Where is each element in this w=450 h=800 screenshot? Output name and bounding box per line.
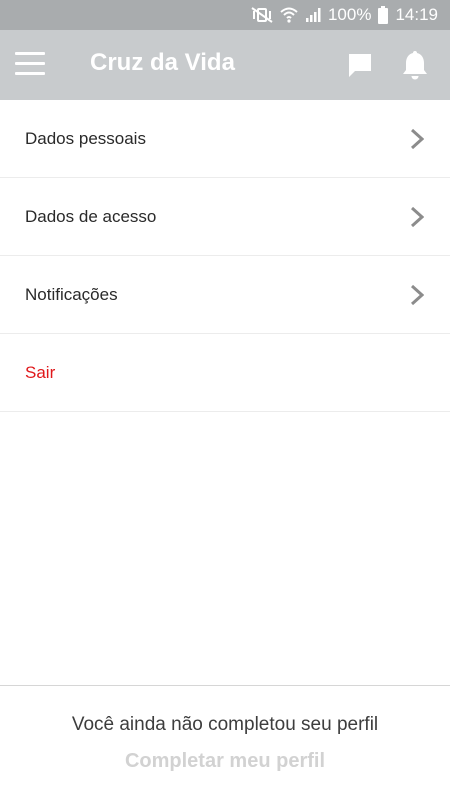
chevron-right-icon — [410, 128, 424, 149]
menu-icon[interactable] — [15, 52, 45, 78]
bell-icon[interactable] — [401, 49, 429, 81]
app-bar: Cruz da Vida — [0, 30, 450, 100]
clock: 14:19 — [395, 5, 438, 24]
chat-icon[interactable] — [347, 52, 373, 78]
logout-label: Sair — [25, 362, 56, 382]
menu-item-label: Dados de acesso — [25, 206, 157, 226]
battery-percent: 100% — [327, 5, 372, 24]
app-title: Cruz da Vida — [90, 49, 235, 76]
menu-item-notifications[interactable]: Notificações — [0, 256, 450, 334]
wifi-icon — [280, 7, 298, 23]
menu-item-label: Dados pessoais — [25, 128, 146, 148]
complete-profile-button[interactable]: Completar meu perfil — [125, 750, 325, 773]
profile-incomplete-footer: Você ainda não completou seu perfil Comp… — [0, 685, 450, 800]
menu-item-access-data[interactable]: Dados de acesso — [0, 178, 450, 256]
mute-vibrate-icon — [251, 7, 273, 23]
profile-menu-list: Dados pessoais Dados de acesso Notificaç… — [0, 100, 450, 412]
chevron-right-icon — [410, 206, 424, 227]
signal-icon — [305, 8, 321, 22]
profile-incomplete-message: Você ainda não completou seu perfil — [71, 714, 379, 735]
battery-icon — [378, 6, 389, 24]
menu-item-logout[interactable]: Sair — [0, 334, 450, 412]
status-bar: 100% 14:19 — [0, 0, 450, 30]
chevron-right-icon — [410, 284, 424, 305]
menu-item-label: Notificações — [25, 284, 118, 304]
menu-item-personal-data[interactable]: Dados pessoais — [0, 100, 450, 178]
